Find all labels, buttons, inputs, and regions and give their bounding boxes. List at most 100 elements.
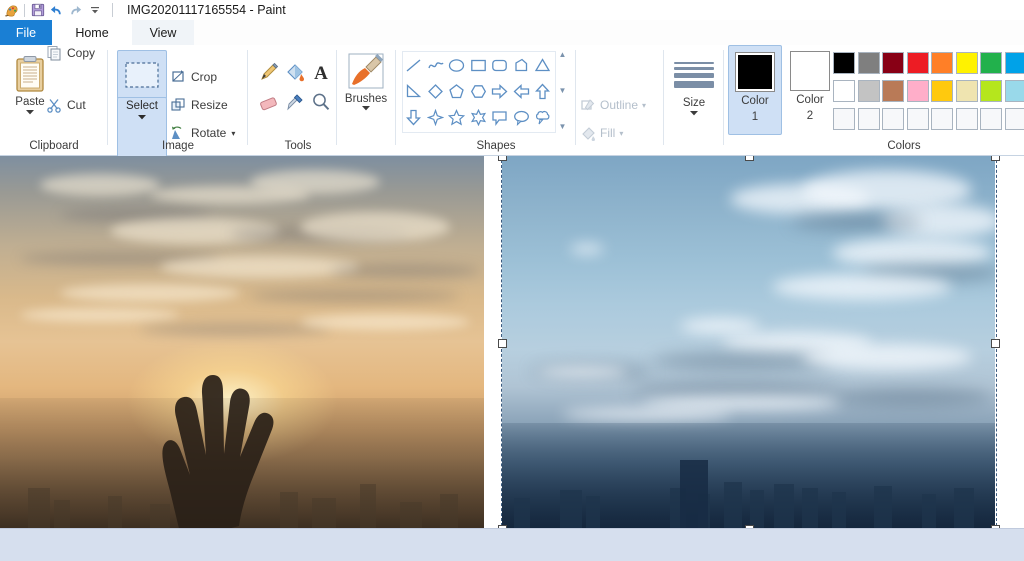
outline-button[interactable]: Outline ▾	[580, 97, 646, 113]
palette-swatch[interactable]	[832, 105, 857, 133]
palette-swatch[interactable]	[930, 49, 955, 77]
palette-swatch[interactable]	[930, 105, 955, 133]
shape-right-arrow[interactable]	[489, 78, 511, 104]
undo-icon[interactable]	[47, 1, 66, 20]
shape-diamond[interactable]	[425, 78, 447, 104]
color-2-swatch[interactable]	[790, 51, 830, 91]
palette-swatch[interactable]	[906, 77, 931, 105]
shapes-gallery-scroll[interactable]: ▲ ▼ ▼	[556, 51, 569, 131]
shape-hexagon[interactable]	[468, 78, 490, 104]
resize-button[interactable]: Resize	[170, 97, 228, 113]
text-icon[interactable]: A	[308, 59, 334, 85]
shape-rounded-callout[interactable]	[489, 104, 511, 130]
color-1-swatch[interactable]	[735, 52, 775, 92]
palette-swatch[interactable]	[906, 49, 931, 77]
scroll-up-icon[interactable]: ▲	[559, 51, 567, 59]
chevron-down-icon[interactable]: ▾	[231, 129, 235, 138]
brushes-button[interactable]: Brushes	[344, 51, 388, 141]
pencil-icon[interactable]	[256, 59, 282, 85]
color-palette[interactable]	[832, 49, 1024, 133]
chevron-down-icon[interactable]: ▾	[642, 101, 646, 110]
sunset-hand-photo[interactable]	[0, 156, 484, 528]
title-bar: IMG20201117165554 - Paint	[0, 0, 1024, 20]
shape-rounded-rectangle[interactable]	[489, 52, 511, 78]
shape-cloud-callout[interactable]	[532, 104, 554, 130]
chevron-down-icon[interactable]: ▾	[619, 129, 623, 138]
shape-triangle[interactable]	[532, 52, 554, 78]
canvas-area[interactable]	[0, 156, 1024, 528]
palette-swatch[interactable]	[906, 105, 931, 133]
palette-swatch[interactable]	[857, 77, 882, 105]
crop-icon	[170, 69, 186, 85]
palette-swatch[interactable]	[955, 105, 980, 133]
palette-swatch[interactable]	[955, 49, 980, 77]
shape-left-arrow[interactable]	[511, 78, 533, 104]
crop-button[interactable]: Crop	[170, 69, 217, 85]
color-1-button[interactable]: Color 1	[728, 45, 782, 135]
paste-icon	[13, 54, 47, 94]
color-1-number: 1	[752, 111, 758, 124]
eraser-icon[interactable]	[256, 89, 282, 115]
shape-rectangle[interactable]	[468, 52, 490, 78]
group-label-tools: Tools	[248, 140, 348, 152]
palette-swatch[interactable]	[1004, 77, 1024, 105]
tab-file[interactable]: File	[0, 20, 52, 45]
palette-swatch[interactable]	[979, 77, 1004, 105]
palette-swatch[interactable]	[881, 49, 906, 77]
paint-icon[interactable]	[2, 1, 21, 20]
shape-four-point-star[interactable]	[425, 104, 447, 130]
shape-five-point-star[interactable]	[446, 104, 468, 130]
rotate-button[interactable]: Rotate ▾	[170, 125, 235, 141]
palette-swatch[interactable]	[979, 49, 1004, 77]
outline-icon	[580, 97, 596, 113]
brushes-label: Brushes	[345, 93, 387, 105]
palette-swatch[interactable]	[832, 77, 857, 105]
palette-swatch[interactable]	[857, 49, 882, 77]
shape-down-arrow[interactable]	[403, 104, 425, 130]
color-picker-icon[interactable]	[282, 89, 308, 115]
palette-swatch[interactable]	[1004, 49, 1024, 77]
palette-swatch[interactable]	[930, 77, 955, 105]
shape-curve[interactable]	[425, 52, 447, 78]
gallery-more-icon[interactable]: ▼	[559, 123, 567, 131]
palette-swatch[interactable]	[857, 105, 882, 133]
shape-line[interactable]	[403, 52, 425, 78]
palette-swatch[interactable]	[881, 77, 906, 105]
shape-polygon[interactable]	[511, 52, 533, 78]
palette-swatch[interactable]	[955, 77, 980, 105]
shape-oval[interactable]	[446, 52, 468, 78]
cut-button[interactable]: Cut	[46, 97, 86, 113]
select-preview[interactable]	[117, 50, 167, 98]
group-image: Select Crop Resize	[108, 45, 248, 155]
fill-with-color-icon[interactable]	[282, 59, 308, 85]
color-2-number: 2	[807, 110, 813, 123]
save-icon[interactable]	[28, 1, 47, 20]
tab-view[interactable]: View	[132, 20, 194, 45]
rotate-label: Rotate	[191, 126, 226, 140]
fill-button[interactable]: Fill ▾	[580, 125, 623, 141]
size-button[interactable]: Size	[672, 53, 716, 141]
status-bar	[0, 528, 1024, 561]
title-divider	[112, 3, 113, 17]
magnifier-icon[interactable]	[308, 89, 334, 115]
scroll-down-icon[interactable]: ▼	[559, 87, 567, 95]
shape-pentagon[interactable]	[446, 78, 468, 104]
blue-sky-city-photo[interactable]	[502, 156, 995, 528]
copy-button[interactable]: Copy	[46, 45, 95, 61]
shapes-gallery[interactable]	[402, 51, 556, 133]
shape-up-arrow[interactable]	[532, 78, 554, 104]
color-2-button[interactable]: Color 2	[784, 45, 836, 133]
palette-swatch[interactable]	[832, 49, 857, 77]
rotate-icon	[170, 125, 186, 141]
shape-right-triangle[interactable]	[403, 78, 425, 104]
tab-home[interactable]: Home	[52, 20, 132, 45]
palette-swatch[interactable]	[1004, 105, 1024, 133]
color-1-caption: Color	[741, 95, 768, 108]
chevron-down-icon[interactable]	[85, 1, 104, 20]
shape-oval-callout[interactable]	[511, 104, 533, 130]
group-clipboard: Paste Cut	[0, 45, 108, 155]
palette-swatch[interactable]	[881, 105, 906, 133]
redo-icon[interactable]	[66, 1, 85, 20]
palette-swatch[interactable]	[979, 105, 1004, 133]
shape-six-point-star[interactable]	[468, 104, 490, 130]
